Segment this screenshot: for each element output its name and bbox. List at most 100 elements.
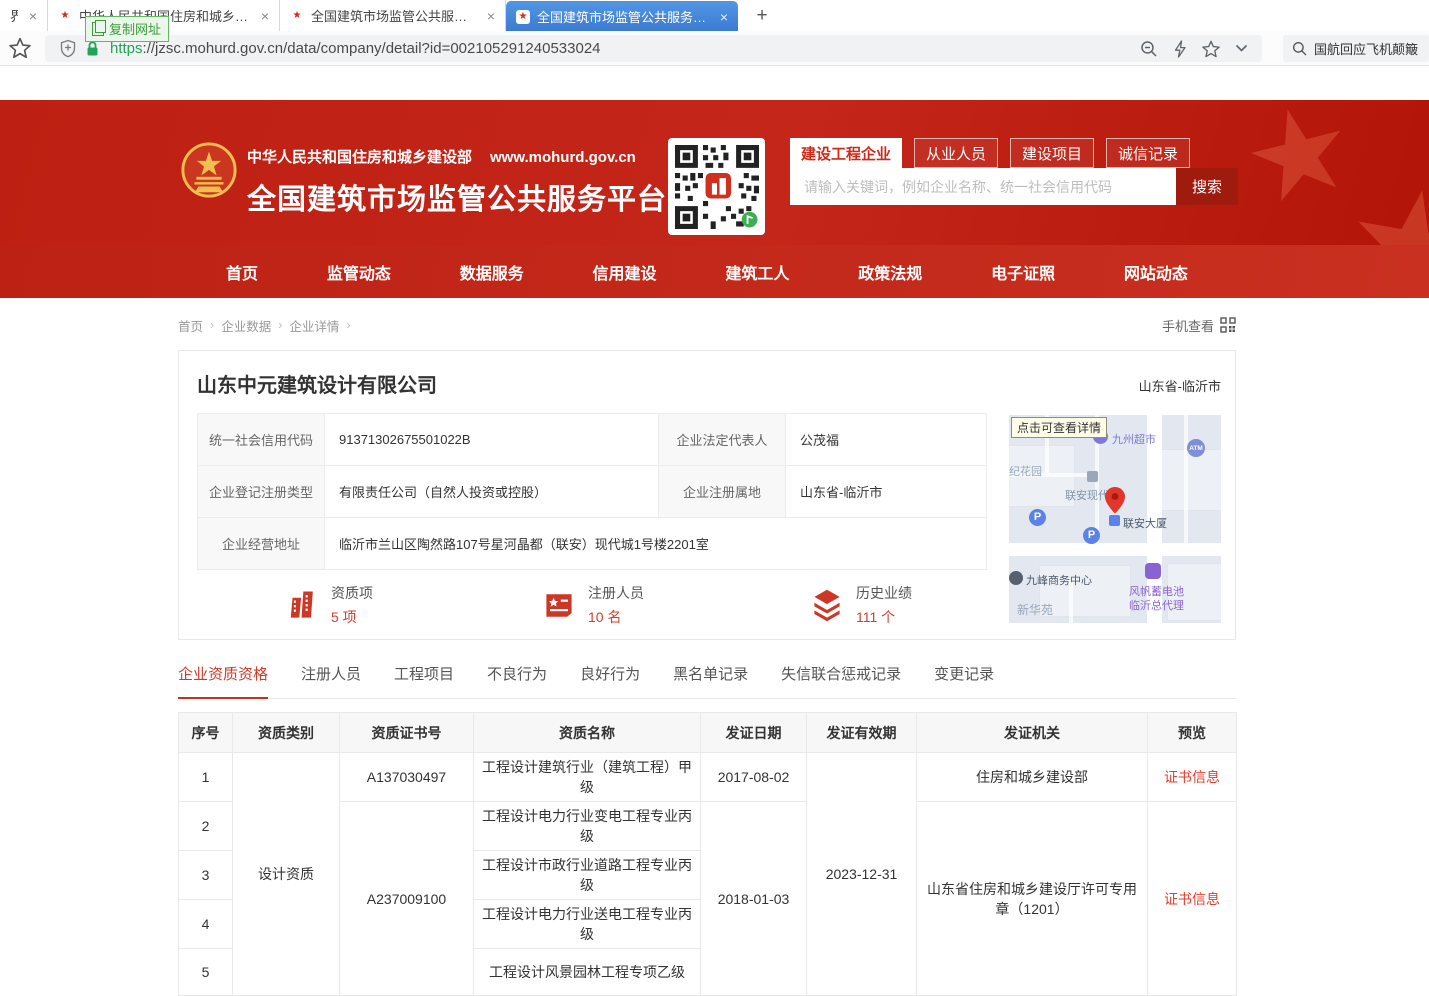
url-text[interactable]: https://jzsc.mohurd.gov.cn/data/company/… <box>110 40 601 57</box>
mobile-qr-icon[interactable] <box>1220 317 1236 333</box>
browser-chrome: 界 × 中华人民共和国住房和城乡建设 × 全国建筑市场监管公共服务平台 × 全国… <box>0 0 1429 66</box>
certificate-info-link[interactable]: 证书信息 <box>1164 891 1220 907</box>
atm-poi-icon: ATM <box>1187 439 1205 457</box>
quick-search-box[interactable]: 国航回应飞机颠簸 <box>1283 35 1429 62</box>
company-region: 山东省-临沂市 <box>1139 376 1221 395</box>
nav-item-site-news[interactable]: 网站动态 <box>1124 260 1188 284</box>
flag-star-decoration <box>1230 100 1368 235</box>
browser-tab-partial[interactable]: 界 × <box>0 0 48 31</box>
search-button[interactable]: 搜索 <box>1176 168 1238 205</box>
cell-no: 5 <box>179 949 233 996</box>
tab-good-behavior[interactable]: 良好行为 <box>580 663 640 698</box>
cell-cert-no: A137030497 <box>340 753 474 802</box>
reg-region-label: 企业注册属地 <box>659 466 786 518</box>
shield-extension-icon[interactable] <box>59 39 77 58</box>
cell-name: 工程设计风景园林工程专项乙级 <box>474 949 701 996</box>
company-name: 山东中元建筑设计有限公司 <box>197 369 437 398</box>
tab-dishonesty[interactable]: 失信联合惩戒记录 <box>781 663 901 698</box>
breadcrumb-company-detail[interactable]: 企业详情 <box>289 316 339 335</box>
close-icon[interactable]: × <box>483 8 495 24</box>
map-label: 九峰商务中心 <box>1026 572 1092 588</box>
tab-registered-personnel[interactable]: 注册人员 <box>301 663 361 698</box>
location-map[interactable]: 九州超市 ATM 纪花园 联安现代城 联安大厦 九峰商务中心 新华苑 风帆蓄电池… <box>1009 415 1221 623</box>
close-icon[interactable]: × <box>25 8 37 24</box>
search-tab-enterprise[interactable]: 建设工程企业 <box>790 138 902 168</box>
qualification-table: 序号 资质类别 资质证书号 资质名称 发证日期 发证有效期 发证机关 预览 1 … <box>178 712 1237 996</box>
reg-type-value: 有限责任公司（自然人投资或控股） <box>325 466 659 518</box>
nav-item-credit[interactable]: 信用建设 <box>593 260 657 284</box>
cell-authority: 住房和城乡建设部 <box>917 753 1148 802</box>
browser-tab-jzsc[interactable]: 全国建筑市场监管公共服务平台 × <box>280 0 506 31</box>
mobile-view-label[interactable]: 手机查看 <box>1162 316 1214 335</box>
close-icon[interactable]: × <box>257 8 269 24</box>
favorites-star-icon[interactable] <box>9 37 31 59</box>
cell-no: 3 <box>179 851 233 900</box>
nav-item-supervision[interactable]: 监管动态 <box>327 260 391 284</box>
table-row: 1 设计资质 A137030497 工程设计建筑行业（建筑工程）甲级 2017-… <box>179 753 1237 802</box>
stat-label: 历史业绩 <box>856 583 912 603</box>
ministry-name: 中华人民共和国住房和城乡建设部 <box>247 146 472 167</box>
url-scheme: https <box>110 40 143 57</box>
cell-category: 设计资质 <box>233 753 340 996</box>
tab-qualifications[interactable]: 企业资质资格 <box>178 663 268 699</box>
copy-icon <box>92 22 104 36</box>
cell-validity: 2023-12-31 <box>807 753 917 996</box>
credit-code-value: 91371302675501022B <box>325 414 659 466</box>
tab-blacklist[interactable]: 黑名单记录 <box>673 663 748 698</box>
masthead-titles: 中华人民共和国住房和城乡建设部 www.mohurd.gov.cn 全国建筑市场… <box>247 146 667 218</box>
address-label: 企业经营地址 <box>198 518 325 570</box>
tab-projects[interactable]: 工程项目 <box>394 663 454 698</box>
info-row: 统一社会信用代码 91371302675501022B 企业法定代表人 公茂福 <box>198 414 987 466</box>
browser-tab-active[interactable]: 全国建筑市场监管公共服务平台 × <box>506 1 738 32</box>
nav-item-home[interactable]: 首页 <box>226 260 258 284</box>
breadcrumb-company-data[interactable]: 企业数据 <box>221 316 271 335</box>
search-tab-credit[interactable]: 诚信记录 <box>1106 138 1190 168</box>
address-bar[interactable]: https://jzsc.mohurd.gov.cn/data/company/… <box>45 35 1262 62</box>
cell-name: 工程设计市政行业道路工程专业丙级 <box>474 851 701 900</box>
stat-history: 历史业绩 111 个 <box>809 583 912 627</box>
certificate-info-link[interactable]: 证书信息 <box>1164 769 1220 785</box>
cell-issue-date: 2018-01-03 <box>701 802 807 996</box>
col-header: 资质名称 <box>474 713 701 753</box>
col-header: 序号 <box>179 713 233 753</box>
legal-rep-value: 公茂福 <box>786 414 987 466</box>
stat-label: 注册人员 <box>588 583 644 603</box>
screen: 界 × 中华人民共和国住房和城乡建设 × 全国建筑市场监管公共服务平台 × 全国… <box>0 0 1429 996</box>
https-lock-icon[interactable] <box>85 40 100 57</box>
zoom-out-icon[interactable] <box>1140 40 1158 58</box>
keyword-search-input[interactable] <box>790 168 1176 205</box>
breadcrumb-separator: › <box>210 318 214 332</box>
bookmark-page-star-icon[interactable] <box>1202 40 1220 58</box>
qr-code <box>668 138 765 235</box>
address-bar-row: https://jzsc.mohurd.gov.cn/data/company/… <box>0 31 1429 66</box>
tab-title: 全国建筑市场监管公共服务平台 <box>537 7 709 26</box>
cell-name: 工程设计电力行业送电工程专业丙级 <box>474 900 701 949</box>
search-tab-personnel[interactable]: 从业人员 <box>914 138 998 168</box>
masthead-search: 建设工程企业 从业人员 建设项目 诚信记录 搜索 <box>790 138 1238 205</box>
cell-no: 1 <box>179 753 233 802</box>
col-header: 资质证书号 <box>340 713 474 753</box>
page-body: 首页 › 企业数据 › 企业详情 › 手机查看 山东中元建筑设计有限公司 山东省… <box>178 312 1236 996</box>
breadcrumb: 首页 › 企业数据 › 企业详情 › 手机查看 <box>178 312 1236 338</box>
breadcrumb-home[interactable]: 首页 <box>178 316 203 335</box>
nav-item-policy[interactable]: 政策法规 <box>858 260 922 284</box>
nav-item-e-cert[interactable]: 电子证照 <box>991 260 1055 284</box>
cell-name: 工程设计电力行业变电工程专业丙级 <box>474 802 701 851</box>
tab-change-records[interactable]: 变更记录 <box>934 663 994 698</box>
layers-history-icon <box>809 587 845 623</box>
search-icon <box>1292 41 1307 56</box>
close-icon[interactable]: × <box>716 9 728 25</box>
stat-value: 111 个 <box>856 607 912 627</box>
chevron-down-icon[interactable] <box>1235 44 1248 53</box>
col-header: 发证有效期 <box>807 713 917 753</box>
col-header: 发证机关 <box>917 713 1148 753</box>
new-tab-button[interactable]: + <box>748 2 776 30</box>
nav-item-workers[interactable]: 建筑工人 <box>725 260 789 284</box>
search-tab-project[interactable]: 建设项目 <box>1010 138 1094 168</box>
tab-bad-behavior[interactable]: 不良行为 <box>487 663 547 698</box>
building-poi-icon <box>1109 515 1120 526</box>
stat-qualifications: 资质项 5 项 <box>284 583 373 627</box>
nav-item-data-service[interactable]: 数据服务 <box>460 260 524 284</box>
flash-icon[interactable] <box>1173 40 1187 58</box>
ministry-site-url: www.mohurd.gov.cn <box>490 149 636 166</box>
